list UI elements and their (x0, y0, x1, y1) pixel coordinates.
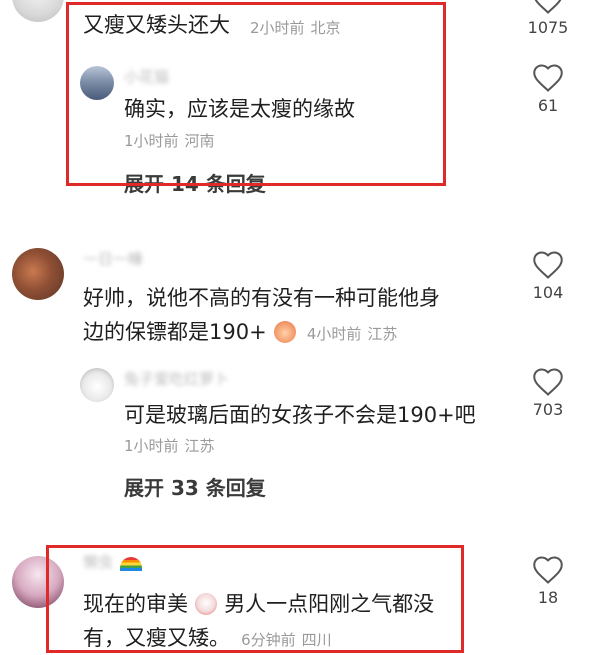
avatar[interactable] (80, 368, 114, 402)
embarrassed-face-icon (273, 321, 296, 343)
comment-text-line2-row: 边的保镖都是190+ 4小时前 江苏 (83, 315, 397, 349)
like-count: 104 (532, 283, 564, 302)
comment-meta: 4小时前 江苏 (307, 325, 398, 343)
like-button[interactable]: 1075 (518, 0, 578, 37)
like-count: 61 (537, 96, 559, 115)
heart-icon (533, 556, 563, 584)
reply-text: 可是玻璃后面的女孩子不会是190+吧 (124, 403, 476, 427)
reply-time: 1小时前 (124, 437, 179, 455)
like-button[interactable]: 61 (518, 64, 578, 115)
avatar[interactable] (12, 0, 64, 22)
reply-location: 江苏 (184, 437, 215, 455)
heart-icon (533, 368, 563, 396)
like-count: 703 (532, 400, 564, 419)
highlight-box (46, 545, 464, 653)
comment-location: 江苏 (367, 325, 398, 343)
avatar[interactable] (12, 248, 64, 300)
heart-icon (533, 251, 563, 279)
reply-meta: 1小时前 江苏 (124, 435, 215, 456)
like-count: 1075 (527, 18, 569, 37)
like-button[interactable]: 703 (518, 368, 578, 419)
heart-icon (534, 0, 562, 14)
comment-time: 4小时前 (306, 325, 362, 343)
comment-text-line2: 边的保镖都是190+ (83, 320, 267, 344)
comment-username[interactable]: 一日一睡 (83, 248, 143, 269)
heart-icon (533, 64, 563, 92)
reply-username[interactable]: 兔子爱吃红萝卜 (124, 368, 229, 389)
highlight-box (66, 2, 446, 186)
comment-text-line1: 好帅，说他不高的有没有一种可能他身 (83, 286, 440, 310)
like-button[interactable]: 104 (518, 251, 578, 302)
expand-replies-button[interactable]: 展开 33 条回复 (124, 472, 266, 501)
like-count: 18 (537, 588, 559, 607)
like-button[interactable]: 18 (518, 556, 578, 607)
